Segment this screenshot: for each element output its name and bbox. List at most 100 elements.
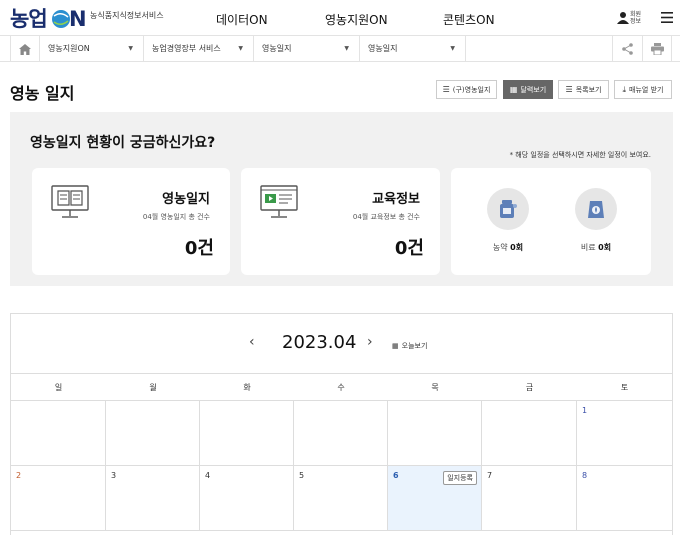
weekday-header: 일 월 화 수 목 금 토 [11, 374, 672, 401]
monitor-book-icon [51, 185, 89, 218]
today-button[interactable]: ▦ 오늘보기 [392, 341, 427, 351]
breadcrumb-label: 영농일지 [368, 44, 398, 53]
farming-diary-card[interactable]: 영농일지 04월 영농일지 총 건수 0건 [32, 168, 230, 275]
nav-content-on[interactable]: 콘텐츠ON [443, 11, 495, 28]
calendar-icon: ▦ [509, 85, 518, 94]
day-number: 3 [111, 471, 117, 480]
today-label: 오늘보기 [401, 342, 428, 350]
calendar-day-empty [388, 401, 482, 466]
button-label: (구)영농일지 [452, 85, 491, 94]
breadcrumb-select-1[interactable]: 영농지원ON ▼ [40, 36, 144, 62]
breadcrumb-label: 농업경영장부 서비스 [152, 44, 221, 53]
caret-down-icon: ▼ [238, 45, 243, 52]
fertilizer-label: 비료 0회 [574, 242, 618, 253]
home-button[interactable] [10, 36, 40, 62]
register-diary-button[interactable]: 일지등록 [443, 471, 477, 485]
calendar: ‹ 2023.04 › ▦ 오늘보기 일 월 화 수 목 금 토 1 2 3 4… [10, 313, 673, 535]
next-month-button[interactable]: › [367, 334, 373, 350]
mini-label-text: 비료 [580, 243, 596, 252]
weekday-tue: 화 [243, 383, 251, 392]
share-button[interactable] [612, 36, 642, 62]
hamburger-menu-icon[interactable] [661, 12, 673, 23]
calendar-view-button[interactable]: ▦ 달력보기 [503, 80, 553, 99]
breadcrumb-label: 영농일지 [262, 44, 292, 53]
caret-down-icon: ▼ [450, 45, 455, 52]
fertilizer-stat[interactable]: 비료 0회 [574, 188, 618, 253]
breadcrumb-select-4[interactable]: 영농일지 ▼ [360, 36, 466, 62]
mini-count: 0회 [598, 243, 612, 252]
day-number: 5 [299, 471, 305, 480]
button-label: 매뉴얼 받기 [629, 85, 664, 94]
pesticide-label: 농약 0회 [486, 242, 530, 253]
site-logo[interactable]: 농업 N [10, 4, 90, 32]
caret-down-icon: ▼ [344, 45, 349, 52]
weekday-thu: 목 [431, 383, 439, 392]
download-icon: ⤓ [622, 84, 627, 94]
day-number: 4 [205, 471, 211, 480]
summary-note: * 해당 일정을 선택하시면 자세한 일정이 보여요. [509, 151, 651, 159]
button-label: 목록보기 [575, 85, 602, 94]
summary-question: 영농일지 현황이 궁금하신가요? [30, 135, 216, 151]
calendar-month: 2023.04 [282, 332, 357, 353]
calendar-day[interactable]: 3 [106, 466, 200, 531]
card-description: 04월 영농일지 총 건수 [142, 213, 210, 221]
breadcrumb: 영농지원ON ▼ 농업경영장부 서비스 ▼ 영농일지 ▼ 영농일지 ▼ [0, 36, 680, 62]
svg-text:N: N [69, 7, 87, 31]
calendar-day-empty [294, 401, 388, 466]
logo-tagline: 농식품지식정보서비스 [90, 11, 164, 20]
calendar-day[interactable]: 5 [294, 466, 388, 531]
day-number: 6 [393, 471, 399, 480]
calendar-header: ‹ 2023.04 › ▦ 오늘보기 [11, 314, 672, 374]
day-number: 8 [582, 471, 588, 480]
old-farming-diary-button[interactable]: ☰ (구)영농일지 [436, 80, 497, 99]
list-icon: ☰ [565, 85, 573, 94]
print-button[interactable] [642, 36, 672, 62]
calendar-day[interactable]: 2 [11, 466, 106, 531]
education-info-card[interactable]: 교육정보 04월 교육정보 총 건수 0건 [241, 168, 440, 275]
calendar-day[interactable]: 4 [200, 466, 294, 531]
mini-label-text: 농약 [492, 243, 508, 252]
calendar-day-today[interactable]: 6 일지등록 [388, 466, 482, 531]
calendar-day-empty [482, 401, 577, 466]
monitor-video-icon [260, 185, 298, 218]
calendar-day-empty [11, 401, 106, 466]
calendar-day-empty [200, 401, 294, 466]
print-icon [650, 43, 664, 55]
button-label: 달력보기 [520, 85, 547, 94]
share-icon [622, 43, 633, 55]
calendar-day[interactable]: 1 [577, 401, 672, 466]
breadcrumb-select-3[interactable]: 영농일지 ▼ [254, 36, 360, 62]
weekday-fri: 금 [525, 383, 534, 392]
mini-count: 0회 [510, 243, 524, 252]
weekday-sat: 토 [620, 383, 629, 392]
card-title: 영농일지 [162, 192, 210, 207]
prev-month-button[interactable]: ‹ [249, 334, 255, 350]
pesticide-stat[interactable]: 농약 0회 [486, 188, 530, 253]
breadcrumb-select-2[interactable]: 농업경영장부 서비스 ▼ [144, 36, 254, 62]
caret-down-icon: ▼ [128, 45, 133, 52]
page-title: 영농 일지 [10, 84, 75, 103]
day-number: 1 [582, 406, 588, 415]
card-count: 0건 [184, 238, 214, 259]
summary-panel: 영농일지 현황이 궁금하신가요? * 해당 일정을 선택하시면 자세한 일정이 … [10, 112, 673, 286]
day-number: 7 [487, 471, 493, 480]
list-view-button[interactable]: ☰ 목록보기 [558, 80, 609, 99]
nav-data-on[interactable]: 데이터ON [216, 11, 268, 28]
logo-mark: 농업 N [10, 7, 87, 31]
user-icon[interactable] [616, 11, 630, 25]
download-manual-button[interactable]: ⤓ 매뉴얼 받기 [614, 80, 672, 99]
user-label[interactable]: 회원 정보 [630, 11, 644, 25]
weekday-sun: 일 [54, 383, 63, 392]
usage-stats-card: 농약 0회 비료 0회 [451, 168, 651, 275]
fertilizer-bag-icon [575, 188, 617, 230]
calendar-day[interactable]: 8 [577, 466, 672, 531]
nav-farming-support-on[interactable]: 영농지원ON [325, 11, 388, 28]
card-description: 04월 교육정보 총 건수 [352, 213, 420, 221]
calendar-day-empty [106, 401, 200, 466]
calendar-day[interactable]: 7 [482, 466, 577, 531]
home-icon [19, 43, 31, 55]
breadcrumb-label: 영농지원ON [48, 44, 90, 53]
card-title: 교육정보 [372, 192, 420, 207]
day-number: 2 [16, 471, 22, 480]
list-icon: ☰ [442, 85, 450, 94]
